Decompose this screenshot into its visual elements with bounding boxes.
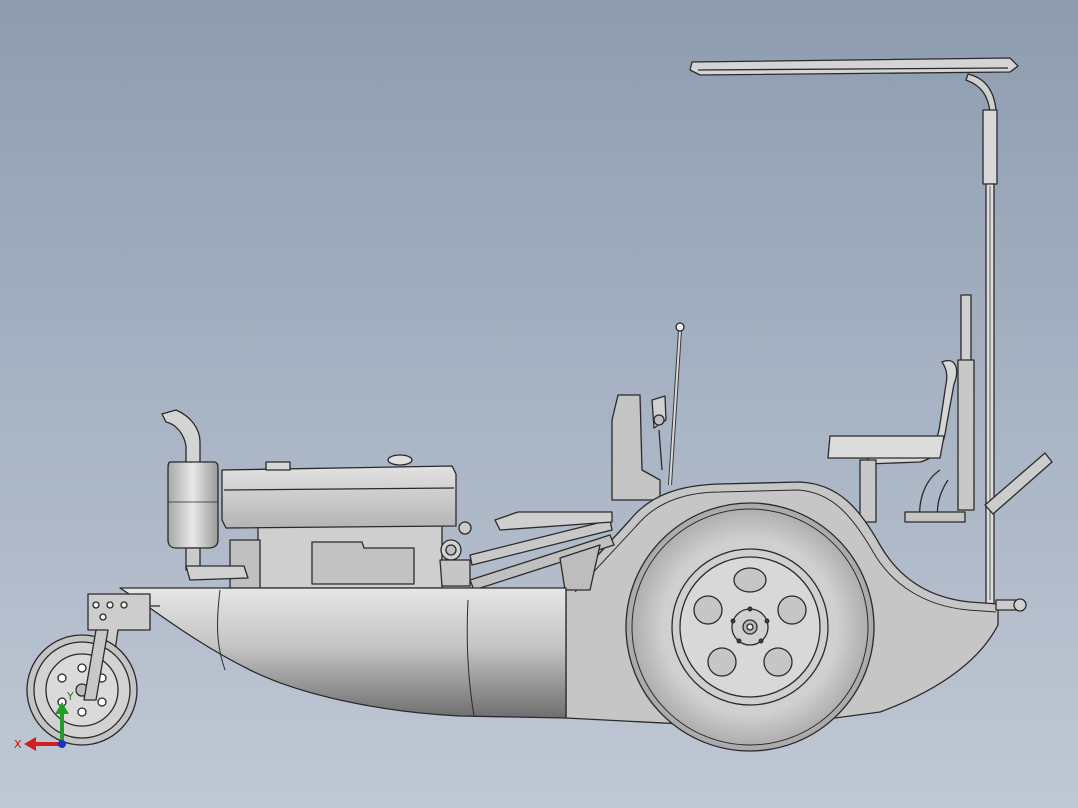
- model-view[interactable]: [0, 0, 1078, 808]
- axis-triad: X Y: [14, 690, 74, 751]
- frame-struts: [469, 511, 615, 591]
- engine-block: [229, 521, 472, 589]
- graphics-viewport[interactable]: X Y: [0, 0, 1078, 808]
- control-lever: [668, 322, 685, 486]
- hull-body: [119, 587, 567, 719]
- y-axis-label: Y: [66, 690, 74, 703]
- y-axis-arrowhead: [55, 702, 69, 714]
- steering-column: [957, 294, 975, 511]
- operator-seat: [827, 360, 966, 523]
- x-axis-label: X: [14, 738, 22, 751]
- z-axis-dot: [58, 740, 66, 748]
- rear-wheel: [625, 502, 875, 752]
- tow-pin: [995, 598, 1027, 612]
- x-axis-arrowhead: [24, 737, 36, 751]
- rear-lever: [984, 452, 1053, 515]
- fuel-tank: [221, 454, 457, 529]
- canopy-roof: [689, 57, 1019, 76]
- dashboard-console: [611, 394, 667, 501]
